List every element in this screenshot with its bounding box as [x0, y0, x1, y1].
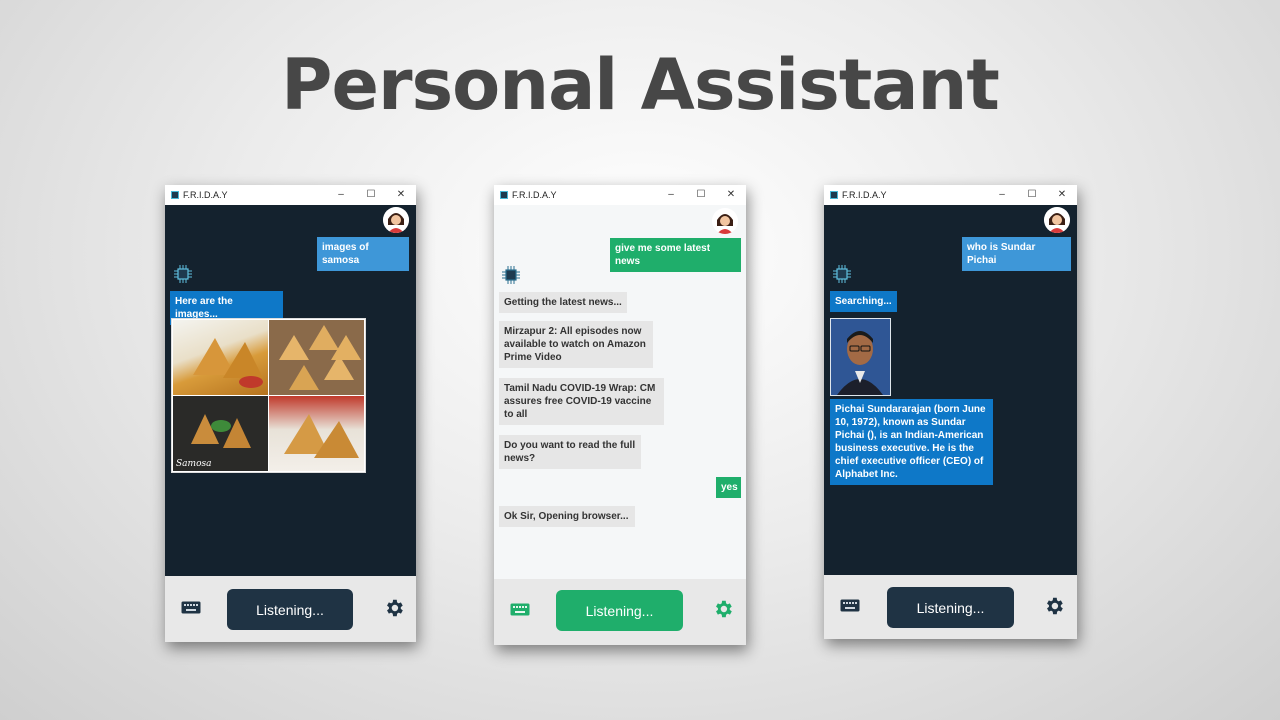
minimize-button[interactable]: –: [656, 185, 686, 205]
close-button[interactable]: ✕: [716, 185, 746, 205]
chat-area[interactable]: who is Sundar Pichai Searching... Pichai…: [824, 205, 1077, 575]
control-bar: Listening...: [824, 575, 1077, 639]
chat-area[interactable]: give me some latest news Getting the lat…: [494, 205, 746, 579]
user-avatar: [712, 208, 738, 234]
minimize-button[interactable]: –: [326, 185, 356, 205]
keyboard-icon[interactable]: [840, 599, 860, 617]
samosa-image-4[interactable]: [269, 396, 364, 471]
app-icon: [500, 191, 508, 199]
window-title: F.R.I.D.A.Y: [512, 190, 557, 200]
page-headline: Personal Assistant: [281, 44, 1000, 126]
control-bar: Listening...: [494, 579, 746, 645]
user-avatar: [1044, 207, 1070, 233]
user-message: give me some latest news: [610, 238, 741, 272]
samosa-image-1[interactable]: [173, 320, 268, 395]
maximize-button[interactable]: ☐: [356, 185, 386, 205]
bot-news-item: Tamil Nadu COVID-19 Wrap: CM assures fre…: [499, 378, 664, 425]
person-photo[interactable]: [830, 318, 891, 396]
title-bar: F.R.I.D.A.Y – ☐ ✕: [494, 185, 746, 205]
minimize-button[interactable]: –: [987, 185, 1017, 205]
maximize-button[interactable]: ☐: [686, 185, 716, 205]
bot-message: Getting the latest news...: [499, 292, 627, 313]
assistant-window-search: F.R.I.D.A.Y – ☐ ✕ who is Sundar Pichai S…: [824, 185, 1077, 639]
window-title: F.R.I.D.A.Y: [183, 190, 228, 200]
keyboard-icon[interactable]: [510, 603, 530, 621]
assistant-window-images: F.R.I.D.A.Y – ☐ ✕ images of samosa Here …: [165, 185, 416, 642]
title-bar: F.R.I.D.A.Y – ☐ ✕: [165, 185, 416, 205]
user-avatar: [383, 207, 409, 233]
user-message: images of samosa: [317, 237, 409, 271]
app-icon: [171, 191, 179, 199]
bot-message: Do you want to read the full news?: [499, 435, 641, 469]
title-bar: F.R.I.D.A.Y – ☐ ✕: [824, 185, 1077, 205]
keyboard-icon[interactable]: [181, 601, 201, 619]
user-message: yes: [716, 477, 741, 498]
samosa-image-2[interactable]: [269, 320, 364, 395]
bot-message: Searching...: [830, 291, 897, 312]
bot-chip-icon: [172, 263, 194, 285]
listening-button[interactable]: Listening...: [556, 590, 683, 631]
settings-gear-icon[interactable]: [383, 597, 405, 624]
bot-news-item: Mirzapur 2: All episodes now available t…: [499, 321, 653, 368]
samosa-image-3[interactable]: Samosa: [173, 396, 268, 471]
close-button[interactable]: ✕: [386, 185, 416, 205]
bot-chip-icon: [831, 263, 853, 285]
chat-area[interactable]: images of samosa Here are the images... …: [165, 205, 416, 576]
close-button[interactable]: ✕: [1047, 185, 1077, 205]
settings-gear-icon[interactable]: [1043, 595, 1065, 622]
settings-gear-icon[interactable]: [712, 598, 734, 625]
bot-answer-message: Pichai Sundararajan (born June 10, 1972)…: [830, 399, 993, 485]
image-caption: Samosa: [176, 459, 212, 469]
bot-chip-icon: [500, 264, 522, 286]
listening-button[interactable]: Listening...: [227, 589, 353, 630]
maximize-button[interactable]: ☐: [1017, 185, 1047, 205]
window-title: F.R.I.D.A.Y: [842, 190, 887, 200]
assistant-window-news: F.R.I.D.A.Y – ☐ ✕ give me some latest ne…: [494, 185, 746, 645]
app-icon: [830, 191, 838, 199]
user-message: who is Sundar Pichai: [962, 237, 1071, 271]
bot-message: Ok Sir, Opening browser...: [499, 506, 635, 527]
image-results-grid[interactable]: Samosa: [171, 318, 366, 473]
listening-button[interactable]: Listening...: [887, 587, 1014, 628]
control-bar: Listening...: [165, 576, 416, 642]
